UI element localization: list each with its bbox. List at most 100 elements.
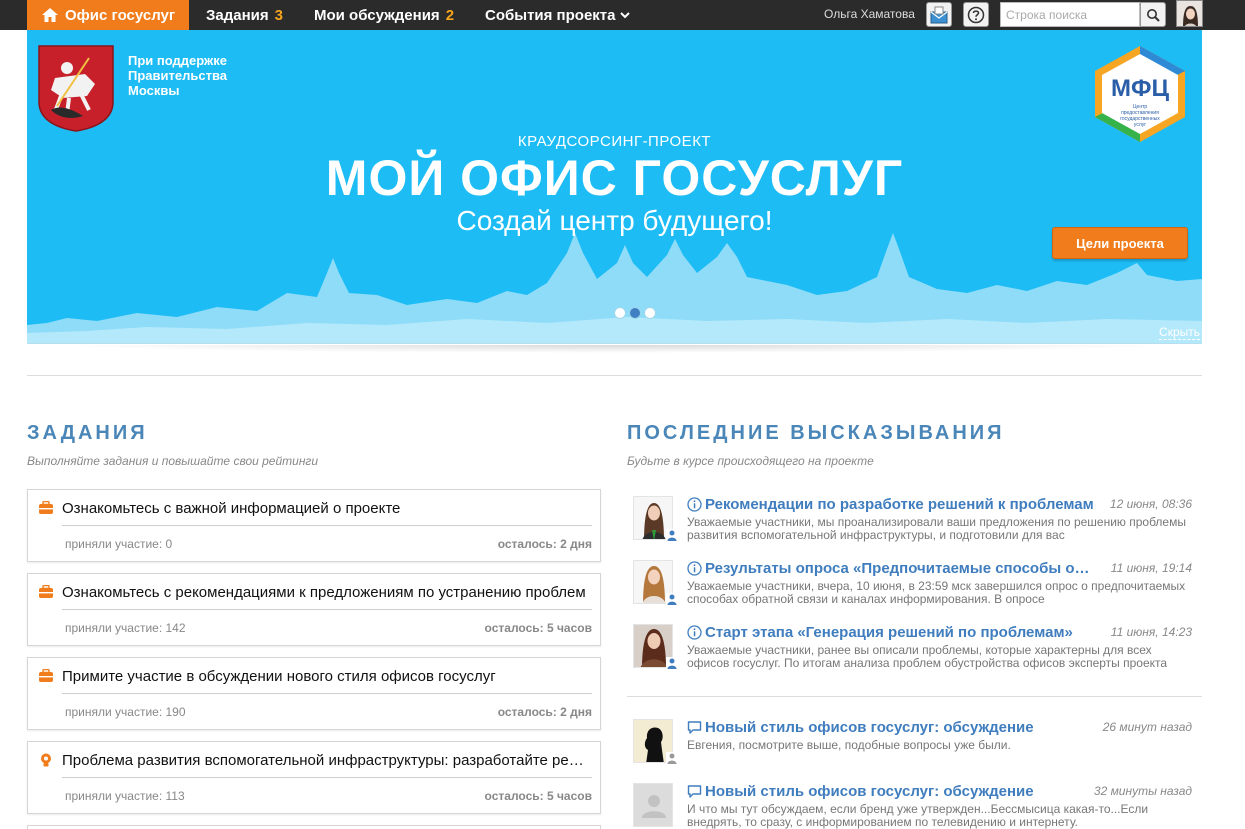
task-remaining: осталось: 5 часов [484,789,592,803]
top-navigation-bar: Офис госуслуг Задания 3 Мои обсуждения 2… [0,0,1245,38]
hero-banner: При поддержке Правительства Москвы МФЦ Ц… [27,30,1202,344]
nav-home-label: Офис госуслуг [65,6,176,24]
task-title[interactable]: Ознакомьтесь с важной информацией о прое… [62,500,592,517]
statement-title-link[interactable]: Новый стиль офисов госуслуг: обсуждение [705,719,1095,736]
slider-dot[interactable] [629,307,641,319]
nav-discussions-link[interactable]: Мои обсуждения 2 [314,0,454,30]
statements-divider [627,696,1202,697]
nav-events-dropdown[interactable]: События проекта [485,0,631,30]
lightbulb-icon [41,753,51,767]
nav-tasks-count: 3 [274,6,283,24]
search-button[interactable] [1140,2,1166,27]
moscow-coat-of-arms-logo [38,45,114,132]
statement-title-link[interactable]: Результаты опроса «Предпочитаемые способ… [705,560,1095,577]
mfc-logo-subtext: Центр предоставления государственных усл… [1120,104,1160,128]
task-participants: приняли участие: 190 [65,705,186,719]
statements-section-subtitle: Будьте в курсе происходящего на проекте [627,454,874,468]
slider-dot[interactable] [644,307,656,319]
statement-time: 26 минут назад [1102,720,1192,734]
user-name-link[interactable]: Ольга Хаматова [824,7,915,21]
comment-text: И что мы тут обсуждаем, если бренд уже у… [687,803,1149,829]
info-icon [687,497,702,512]
briefcase-icon [39,669,53,682]
statements-section-title: ПОСЛЕДНИЕ ВЫСКАЗЫВАНИЯ [627,422,1005,444]
statement-header: Рекомендации по разработке решений к про… [687,496,1192,514]
default-avatar-icon [634,784,672,826]
mail-icon [930,6,948,23]
nav-discussions-label: Мои обсуждения [314,6,440,24]
comment-icon [687,721,702,734]
user-badge-icon [666,529,678,541]
nav-home-link[interactable]: Офис госуслуг [27,0,189,38]
search-input[interactable] [1000,2,1140,27]
banner-kicker: КРАУДСОРСИНГ-ПРОЕКТ [517,133,712,150]
task-card[interactable]: Примите участие в обсуждении нового стил… [27,657,601,730]
project-goals-button[interactable]: Цели проекта [1052,227,1188,259]
user-badge-icon [666,752,678,764]
statement-item: Старт этапа «Генерация решений по пробле… [633,624,1198,672]
banner-headline: МОЙ ОФИС ГОСУСЛУГ [325,150,904,206]
task-card[interactable]: Ознакомьтесь с важной информацией о прое… [27,489,601,562]
statement-title-link[interactable]: Старт этапа «Генерация решений по пробле… [705,624,1095,641]
statement-excerpt: Уважаемые участники, ранее вы описали пр… [687,644,1168,670]
statement-header: Новый стиль офисов госуслуг: обсуждение … [687,783,1192,801]
task-title[interactable]: Ознакомьтесь с рекомендациями к предложе… [62,584,592,601]
task-card-partial [27,825,601,829]
task-participants: приняли участие: 142 [65,621,186,635]
tasks-section-subtitle: Выполняйте задания и повышайте свои рейт… [27,454,319,468]
task-remaining: осталось: 2 дня [497,705,592,719]
statement-item: Результаты опроса «Предпочитаемые способ… [633,560,1198,608]
comment-item: Новый стиль офисов госуслуг: обсуждение … [633,719,1198,767]
statement-header: Старт этапа «Генерация решений по пробле… [687,624,1192,642]
banner-shadow [50,345,1180,353]
messages-button[interactable] [926,2,952,27]
user-avatar[interactable] [1176,0,1203,27]
comment-icon [687,785,702,798]
user-badge-icon [666,657,678,669]
task-title[interactable]: Примите участие в обсуждении нового стил… [62,668,592,685]
statement-excerpt: Уважаемые участники, мы проанализировали… [687,516,1186,542]
mfc-logo: МФЦ Центр предоставления государственных… [1091,44,1189,144]
task-card[interactable]: Ознакомьтесь с рекомендациями к предложе… [27,573,601,646]
comment-text: Евгения, посмотрите выше, подобные вопро… [687,739,1011,752]
statement-title-link[interactable]: Новый стиль офисов госуслуг: обсуждение [705,783,1095,800]
statement-excerpt: Уважаемые участники, вчера, 10 июня, в 2… [687,580,1186,606]
briefcase-icon [39,501,53,514]
support-line: При поддержке [128,53,227,68]
tasks-section-title: ЗАДАНИЯ [27,422,148,444]
user-photo-icon [1177,1,1202,26]
nav-tasks-link[interactable]: Задания 3 [206,0,283,30]
task-remaining: осталось: 5 часов [484,621,592,635]
task-participants: приняли участие: 113 [65,789,185,803]
nav-tasks-label: Задания [206,6,269,24]
task-divider [62,609,592,610]
statement-item: Рекомендации по разработке решений к про… [633,496,1198,544]
task-divider [62,693,592,694]
section-divider [27,375,1202,376]
author-avatar[interactable] [633,783,673,827]
user-badge-icon [666,593,678,605]
task-title[interactable]: Проблема развития вспомогательной инфрас… [62,752,592,769]
chevron-down-icon [620,12,631,19]
task-divider [62,525,592,526]
briefcase-icon [39,585,53,598]
support-caption: При поддержке Правительства Москвы [128,53,248,98]
banner-tagline: Создай центр будущего! [456,205,773,236]
support-line: Москвы [128,83,180,98]
slider-dot[interactable] [614,307,626,319]
task-card[interactable]: Проблема развития вспомогательной инфрас… [27,741,601,814]
slider-dots [614,307,656,319]
support-line: Правительства [128,68,227,83]
hide-banner-link[interactable]: Скрыть [1159,325,1200,340]
statement-header: Результаты опроса «Предпочитаемые способ… [687,560,1192,578]
info-icon [687,561,702,576]
statement-title-link[interactable]: Рекомендации по разработке решений к про… [705,496,1095,513]
city-skyline-illustration [27,233,1202,343]
task-divider [62,777,592,778]
statement-time: 12 июня, 08:36 [1109,497,1192,511]
task-remaining: осталось: 2 дня [497,537,592,551]
statement-time: 32 минуты назад [1093,784,1192,798]
nav-discussions-count: 2 [445,6,455,24]
help-button[interactable] [963,2,989,27]
info-icon [687,625,702,640]
